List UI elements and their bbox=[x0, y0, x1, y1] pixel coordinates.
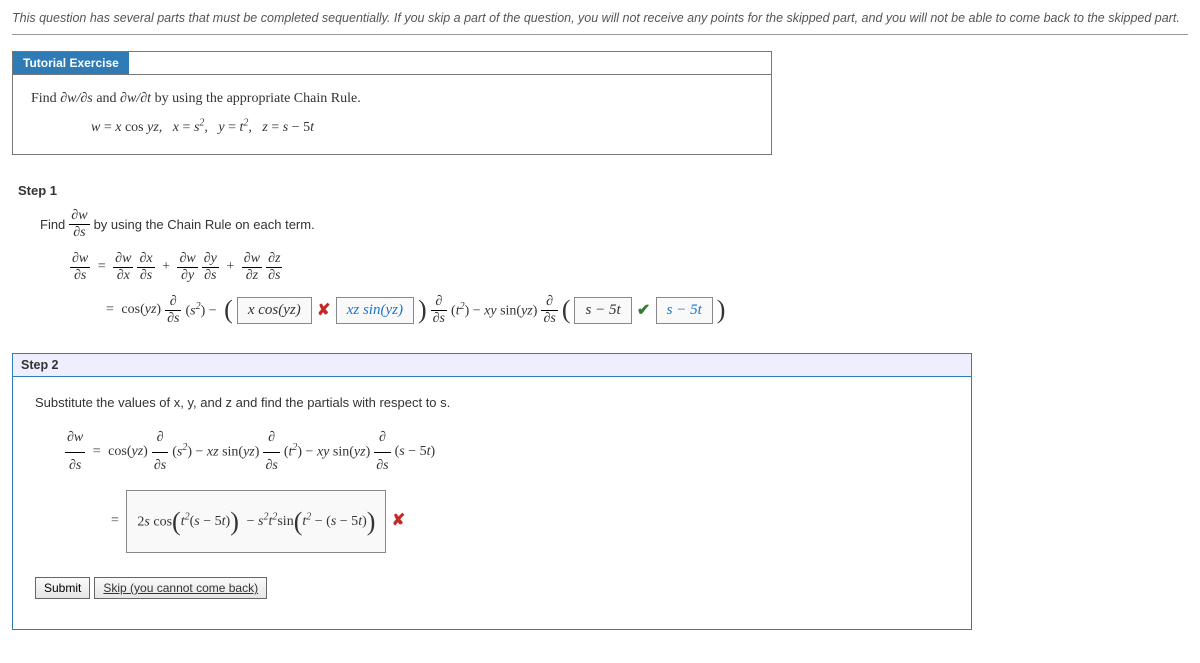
step1-intro: Find ∂w∂s by using the Chain Rule on eac… bbox=[40, 208, 1188, 241]
tutorial-exercise-panel: Tutorial Exercise Find ∂w/∂s and ∂w/∂t b… bbox=[12, 51, 772, 155]
tutorial-given: w = x cos yz, x = s2, y = t2, z = s − 5t bbox=[91, 114, 753, 139]
step2-answer-input[interactable]: 2s cos(t2(s − 5t)) − s2t2sin(t2 − (s − 5… bbox=[126, 490, 386, 553]
step2-intro: Substitute the values of x, y, and z and… bbox=[35, 391, 949, 416]
tutorial-prompt: Find ∂w/∂s and ∂w/∂t by using the approp… bbox=[31, 87, 753, 111]
step2-label: Step 2 bbox=[13, 354, 971, 377]
wrong-icon: ✘ bbox=[390, 506, 406, 536]
sequential-warning: This question has several parts that mus… bbox=[12, 10, 1188, 28]
step1-answer3-input[interactable]: s − 5t bbox=[574, 297, 631, 324]
skip-button[interactable]: Skip (you cannot come back) bbox=[94, 577, 267, 599]
divider bbox=[12, 34, 1188, 35]
tutorial-exercise-tab: Tutorial Exercise bbox=[13, 52, 129, 74]
step2-section: Step 2 Substitute the values of x, y, an… bbox=[12, 353, 972, 630]
wrong-icon: ✘ bbox=[316, 300, 332, 320]
step1-expanded: = cos(yz) ∂∂s (s2) − ( x cos(yz) ✘ xz si… bbox=[106, 294, 1188, 327]
step2-equation: ∂w∂s = cos(yz) ∂∂s (s2) − xz sin(yz) ∂∂s… bbox=[65, 425, 949, 479]
step1-answer1-input[interactable]: x cos(yz) bbox=[237, 297, 312, 324]
check-icon: ✔ bbox=[636, 300, 652, 320]
submit-button[interactable]: Submit bbox=[35, 577, 90, 599]
step1-chain-rule: ∂w∂s = ∂w∂x ∂x∂s + ∂w∂y ∂y∂s + ∂w∂z ∂z∂s bbox=[70, 251, 1188, 284]
step2-answer-row: = 2s cos(t2(s − 5t)) − s2t2sin(t2 − (s −… bbox=[111, 490, 949, 553]
step1-answer2-display: xz sin(yz) bbox=[336, 297, 414, 324]
step1-label: Step 1 bbox=[18, 183, 1188, 198]
step1-section: Step 1 Find ∂w∂s by using the Chain Rule… bbox=[18, 183, 1188, 327]
step1-answer4-display: s − 5t bbox=[656, 297, 713, 324]
